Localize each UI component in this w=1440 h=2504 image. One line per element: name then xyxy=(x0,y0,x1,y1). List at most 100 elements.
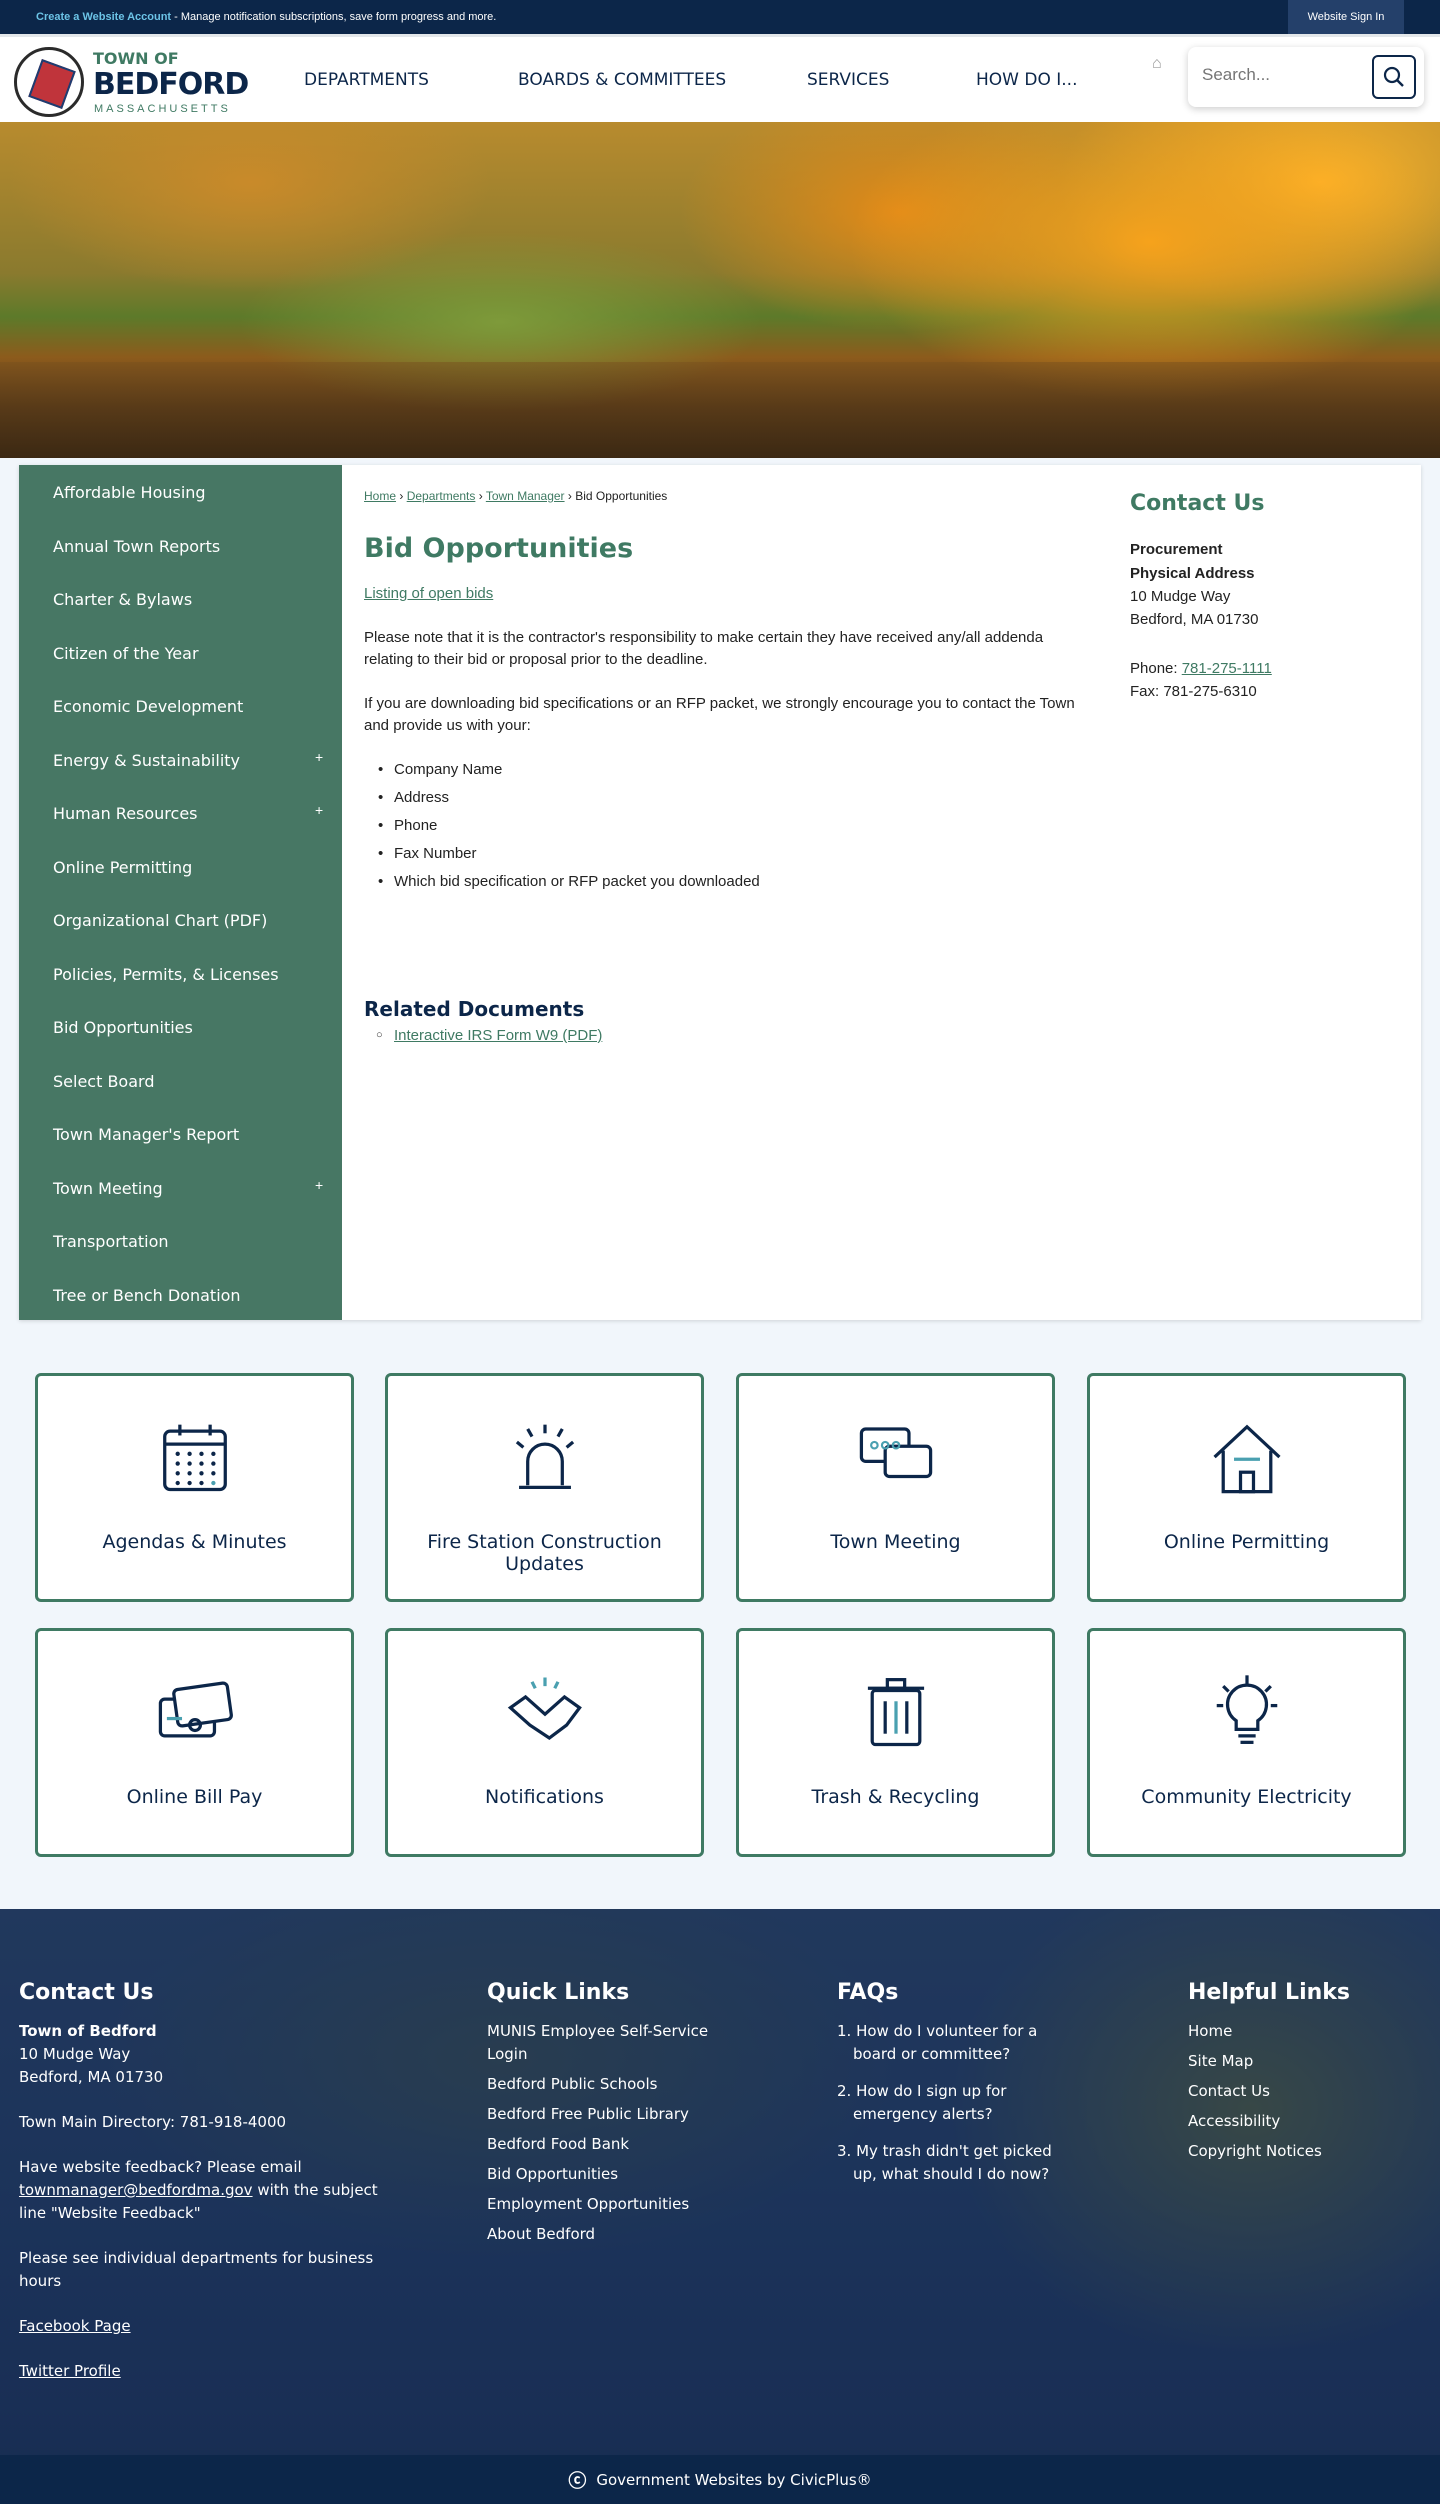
faqs-link[interactable]: 2. How do I sign up for emergency alerts… xyxy=(837,2080,1077,2126)
tile-label: Trash & Recycling xyxy=(811,1786,980,1808)
helpful-link[interactable]: Home xyxy=(1188,2020,1408,2043)
logo-line2: BEDFORD xyxy=(93,67,249,102)
breadcrumb-current: Bid Opportunities xyxy=(575,489,668,503)
calendar-icon xyxy=(162,1424,227,1492)
helpful-link[interactable]: Accessibility xyxy=(1188,2110,1408,2133)
search-box xyxy=(1188,47,1424,107)
quick-link[interactable]: Bedford Public Schools xyxy=(487,2073,717,2096)
sidebar-item[interactable]: Policies, Permits, & Licenses xyxy=(53,965,279,984)
website-sign-in-button[interactable]: Website Sign In xyxy=(1288,0,1404,34)
contact-city: Bedford, MA 01730 xyxy=(1130,611,1259,628)
faqs-link[interactable]: 3. My trash didn't get picked up, what s… xyxy=(837,2140,1077,2186)
search-input[interactable] xyxy=(1202,65,1362,85)
sidebar-item[interactable]: Energy & Sustainability xyxy=(53,751,240,770)
quick-link-tile[interactable]: Online Permitting xyxy=(1087,1373,1406,1602)
breadcrumb-home[interactable]: Home xyxy=(364,489,396,503)
faqs-link[interactable]: 1. How do I volunteer for a board or com… xyxy=(837,2020,1077,2066)
sidebar-item[interactable]: Citizen of the Year xyxy=(53,644,199,663)
facebook-link[interactable]: Facebook Page xyxy=(19,2317,131,2335)
footer-bar: ⓒ Government Websites by CivicPlus® xyxy=(0,2455,1440,2504)
quick-link-tile[interactable]: Town Meeting xyxy=(736,1373,1055,1602)
tile-label: Online Permitting xyxy=(1163,1531,1330,1553)
footer-town-name: Town of Bedford xyxy=(19,2022,157,2040)
helpful-link[interactable]: Copyright Notices xyxy=(1188,2140,1408,2163)
quick-link-tile[interactable]: Agendas & Minutes xyxy=(35,1373,354,1602)
nav-services[interactable]: SERVICES xyxy=(807,70,889,90)
irs-w9-link[interactable]: Interactive IRS Form W9 (PDF) xyxy=(376,1027,602,1044)
quick-link[interactable]: MUNIS Employee Self-Service Login xyxy=(487,2020,717,2066)
tile-label: Online Bill Pay xyxy=(126,1786,263,1808)
breadcrumb-departments[interactable]: Departments xyxy=(407,489,476,503)
footer-city: Bedford, MA 01730 xyxy=(19,2068,164,2086)
trash-can-icon xyxy=(867,1678,924,1747)
sidebar-item[interactable]: Human Resources xyxy=(53,804,198,823)
faq-number: 3. xyxy=(837,2142,857,2160)
sidebar-item[interactable]: Annual Town Reports xyxy=(53,537,220,556)
nav-how-do-i[interactable]: HOW DO I... xyxy=(976,70,1077,90)
expand-icon[interactable]: + xyxy=(315,802,323,818)
handshake-icon xyxy=(507,1677,582,1741)
tile-label: Notifications xyxy=(485,1786,604,1808)
civicplus-link[interactable]: Government Websites by CivicPlus® xyxy=(596,2471,871,2489)
sidebar-item[interactable]: Online Permitting xyxy=(53,858,192,877)
sidebar-item[interactable]: Tree or Bench Donation xyxy=(53,1286,241,1305)
site-header: TOWN OF BEDFORD MASSACHUSETTS DEPARTMENT… xyxy=(0,34,1440,122)
tile-label: Town Meeting xyxy=(830,1531,961,1553)
sidebar-item[interactable]: Transportation xyxy=(53,1232,169,1251)
quick-link-tile[interactable]: Fire Station Construction Updates xyxy=(385,1373,704,1602)
quick-link[interactable]: Bedford Food Bank xyxy=(487,2133,717,2156)
twitter-link[interactable]: Twitter Profile xyxy=(19,2362,121,2380)
quick-link[interactable]: Employment Opportunities xyxy=(487,2193,717,2216)
bullet-item: Fax Number xyxy=(378,845,476,862)
feedback-text: Have website feedback? Please email xyxy=(19,2158,302,2176)
quick-link-tile[interactable]: Trash & Recycling xyxy=(736,1628,1055,1857)
quick-link-tile[interactable]: Online Bill Pay xyxy=(35,1628,354,1857)
lightbulb-icon xyxy=(1216,1675,1277,1744)
feedback-email-link[interactable]: townmanager@bedfordma.gov xyxy=(19,2181,253,2199)
sidebar-item[interactable]: Affordable Housing xyxy=(53,483,206,502)
sidebar-item[interactable]: Organizational Chart (PDF) xyxy=(53,911,267,930)
home-icon[interactable]: ⌂ xyxy=(1152,55,1170,73)
logo-line3: MASSACHUSETTS xyxy=(94,103,231,115)
search-button[interactable] xyxy=(1372,55,1416,99)
hero-banner-image xyxy=(0,122,1440,458)
sidebar-item[interactable]: Economic Development xyxy=(53,697,243,716)
contact-fax: Fax: 781-275-6310 xyxy=(1130,683,1257,700)
nav-boards-committees[interactable]: BOARDS & COMMITTEES xyxy=(518,70,726,90)
sidebar-item[interactable]: Town Manager's Report xyxy=(53,1125,239,1144)
quick-link-tile[interactable]: Notifications xyxy=(385,1628,704,1857)
phone-link[interactable]: 781-275-1111 xyxy=(1182,660,1272,677)
town-seal-icon xyxy=(14,47,84,117)
top-bar: Create a Website Account - Manage notifi… xyxy=(0,0,1440,34)
quick-link[interactable]: About Bedford xyxy=(487,2223,717,2246)
quick-link[interactable]: Bedford Free Public Library xyxy=(487,2103,717,2126)
bullet-item: Phone xyxy=(378,817,438,834)
quick-link[interactable]: Bid Opportunities xyxy=(487,2163,717,2186)
bullet-item: Address xyxy=(378,789,449,806)
contact-request-text: If you are downloading bid specification… xyxy=(364,695,1075,734)
bullet-item: Company Name xyxy=(378,761,502,778)
create-account-link[interactable]: Create a Website Account xyxy=(36,11,171,23)
open-bids-link[interactable]: Listing of open bids xyxy=(364,585,493,602)
sidebar-item[interactable]: Charter & Bylaws xyxy=(53,590,192,609)
sidebar-item[interactable]: Bid Opportunities xyxy=(53,1018,193,1037)
expand-icon[interactable]: + xyxy=(315,749,323,765)
phone-label: Phone: xyxy=(1130,660,1182,677)
helpful-link[interactable]: Site Map xyxy=(1188,2050,1408,2073)
sidebar-item[interactable]: Town Meeting xyxy=(53,1179,163,1198)
town-logo[interactable]: TOWN OF BEDFORD MASSACHUSETTS xyxy=(14,45,249,117)
expand-icon[interactable]: + xyxy=(315,1177,323,1193)
main-panel: Affordable Housing Annual Town Reports Cha… xyxy=(19,465,1421,1320)
quick-link-tile[interactable]: Community Electricity xyxy=(1087,1628,1406,1857)
tile-label: Fire Station Construction Updates xyxy=(427,1531,662,1575)
credit-card-icon xyxy=(158,1681,233,1738)
faq-question: How do I volunteer for a board or commit… xyxy=(853,2022,1038,2063)
sidebar-item[interactable]: Select Board xyxy=(53,1072,154,1091)
faqs-title: FAQs xyxy=(837,1980,899,2005)
contact-dept: Procurement xyxy=(1130,541,1223,558)
breadcrumb-town-manager[interactable]: Town Manager xyxy=(486,489,565,503)
helpful-link[interactable]: Contact Us xyxy=(1188,2080,1408,2103)
chat-bubbles-icon xyxy=(859,1427,932,1479)
nav-departments[interactable]: DEPARTMENTS xyxy=(304,70,429,90)
faq-question: How do I sign up for emergency alerts? xyxy=(853,2082,1007,2123)
